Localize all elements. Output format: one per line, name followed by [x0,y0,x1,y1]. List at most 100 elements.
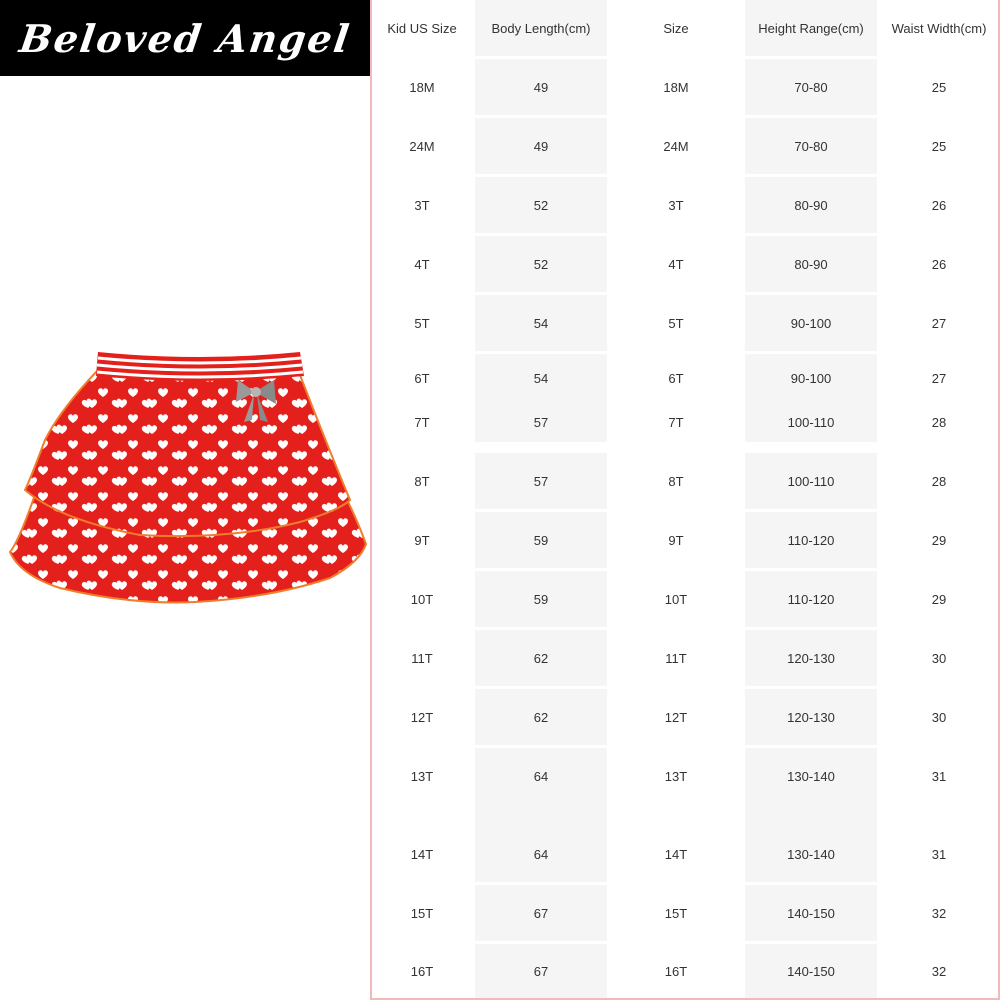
cell-waist-width: 31 [931,768,947,784]
header-kid-us-size: Kid US Size [372,0,475,56]
cell-body-length: 54 [475,354,610,402]
table-row-spacer [372,804,998,826]
product-image [0,330,372,620]
table-row: 18M 49 18M 70-80 25 [372,59,998,115]
cell-size: 5T [610,295,745,351]
cell-kid-us-size: 13T [372,748,475,804]
cell-waist-width: 31 [931,846,947,862]
table-row: 8T 57 8T 100-110 28 [372,453,998,509]
cell-kid-us-size: 12T [372,689,475,745]
cell-size: 8T [610,453,745,509]
cell-size: 12T [610,689,745,745]
cell-height-range: 70-80 [745,118,880,174]
cell-height-range: 130-140 [745,826,880,882]
cell-waist-width: 26 [931,197,947,213]
cell-waist-width: 25 [931,138,947,154]
header-size: Size [610,0,745,56]
cell-body-length: 64 [475,748,610,804]
header-height-range: Height Range(cm) [745,0,880,56]
spacer-cell [880,804,998,826]
cell-height-range: 100-110 [745,402,880,442]
cell-body-length: 49 [475,59,610,115]
cell-size: 3T [610,177,745,233]
cell-height-range: 110-120 [745,571,880,627]
cell-size: 9T [610,512,745,568]
cell-height-range: 80-90 [745,177,880,233]
size-chart-table: Kid US Size Body Length(cm) Size Height … [372,0,998,998]
cell-waist-width: 27 [931,315,947,331]
cell-size: 10T [610,571,745,627]
cell-height-range: 130-140 [745,748,880,804]
table-row: 5T 54 5T 90-100 27 [372,295,998,351]
cell-body-length: 62 [475,630,610,686]
cell-kid-us-size: 18M [372,59,475,115]
cell-height-range: 80-90 [745,236,880,292]
cell-waist-width: 25 [931,79,947,95]
cell-waist-width: 28 [931,473,947,489]
table-header-row: Kid US Size Body Length(cm) Size Height … [372,0,998,56]
table-row: 15T 67 15T 140-150 32 [372,885,998,941]
cell-kid-us-size: 14T [372,826,475,882]
cell-waist-width: 29 [931,591,947,607]
cell-body-length: 59 [475,512,610,568]
table-row: 12T 62 12T 120-130 30 [372,689,998,745]
cell-body-length: 54 [475,295,610,351]
cell-body-length: 49 [475,118,610,174]
cell-body-length: 64 [475,826,610,882]
cell-kid-us-size: 15T [372,885,475,941]
cell-kid-us-size: 24M [372,118,475,174]
cell-waist-width: 29 [931,532,947,548]
cell-height-range: 110-120 [745,512,880,568]
brand-logo-text: Beloved Angel [16,15,354,61]
cell-waist-width: 28 [931,414,947,430]
cell-waist-width: 30 [931,650,947,666]
cell-waist-width: 27 [931,370,947,386]
cell-height-range: 100-110 [745,453,880,509]
cell-size: 13T [610,748,745,804]
table-row: 13T 64 13T 130-140 31 [372,748,998,804]
cell-body-length: 52 [475,236,610,292]
cell-height-range: 140-150 [745,944,880,998]
table-row: 3T 52 3T 80-90 26 [372,177,998,233]
cell-height-range: 90-100 [745,295,880,351]
cell-height-range: 120-130 [745,689,880,745]
cell-size: 4T [610,236,745,292]
spacer-cell [475,804,610,826]
cell-size: 11T [610,630,745,686]
cell-body-length: 57 [475,402,610,442]
table-row: 4T 52 4T 80-90 26 [372,236,998,292]
cell-body-length: 59 [475,571,610,627]
cell-kid-us-size: 16T [372,944,475,998]
cell-size: 7T [610,402,745,442]
cell-body-length: 67 [475,885,610,941]
spacer-cell [372,804,475,826]
cell-size: 6T [610,354,745,402]
brand-logo: Beloved Angel [0,0,370,76]
cell-height-range: 140-150 [745,885,880,941]
cell-size: 14T [610,826,745,882]
table-row: 24M 49 24M 70-80 25 [372,118,998,174]
table-row: 11T 62 11T 120-130 30 [372,630,998,686]
cell-kid-us-size: 7T [372,402,475,442]
cell-body-length: 67 [475,944,610,998]
cell-height-range: 70-80 [745,59,880,115]
table-row: 14T 64 14T 130-140 31 [372,826,998,882]
cell-kid-us-size: 8T [372,453,475,509]
table-row: 7T 57 7T 100-110 28 [372,402,998,442]
spacer-cell [745,804,880,826]
cell-size: 18M [610,59,745,115]
cell-height-range: 120-130 [745,630,880,686]
header-body-length: Body Length(cm) [475,0,610,56]
skirt-illustration [8,352,368,604]
cell-waist-width: 32 [931,963,947,979]
table-row: 9T 59 9T 110-120 29 [372,512,998,568]
cell-height-range: 90-100 [745,354,880,402]
table-row: 16T 67 16T 140-150 32 [372,944,998,998]
cell-kid-us-size: 5T [372,295,475,351]
table-row: 10T 59 10T 110-120 29 [372,571,998,627]
cell-body-length: 62 [475,689,610,745]
cell-waist-width: 26 [931,256,947,272]
cell-waist-width: 30 [931,709,947,725]
spacer-cell [610,804,745,826]
header-waist-width: Waist Width(cm) [891,20,987,36]
